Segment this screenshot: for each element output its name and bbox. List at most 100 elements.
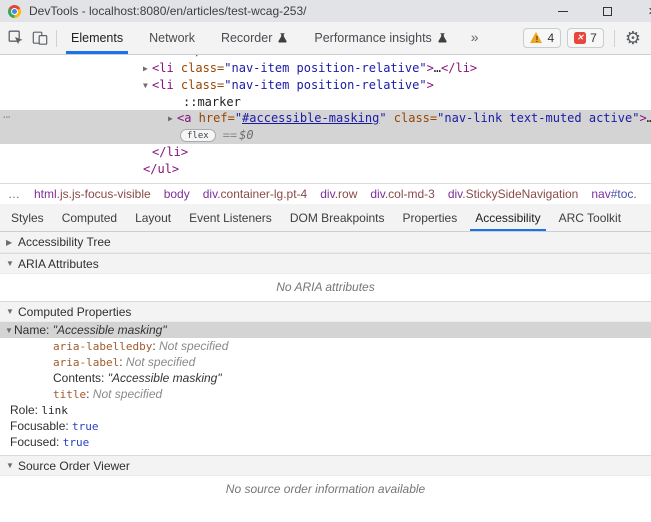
collapse-arrow-icon[interactable]: ▼	[143, 77, 152, 94]
breadcrumb: … html.js.js-focus-visible body div.cont…	[0, 183, 651, 204]
breadcrumb-item-row[interactable]: div.row	[320, 187, 357, 201]
close-button[interactable]: ✕	[630, 0, 651, 22]
property-value: "Accessible masking"	[52, 323, 167, 337]
tab-arc-toolkit[interactable]: ARC Toolkit	[550, 204, 630, 231]
pseudo-element-label: ::marker	[183, 95, 241, 109]
tab-recorder[interactable]: Recorder	[216, 22, 293, 54]
breadcrumb-item-nav-toc[interactable]: nav#toc.	[591, 187, 636, 201]
tab-styles[interactable]: Styles	[2, 204, 53, 231]
property-value: link	[41, 404, 68, 417]
device-toolbar-icon	[32, 31, 48, 45]
code-token: <li	[152, 61, 174, 75]
code-token: href=	[191, 111, 235, 125]
toolbar-separator	[613, 29, 615, 47]
tab-network[interactable]: Network	[144, 22, 200, 54]
separator: :	[152, 339, 160, 353]
warning-count: 4	[547, 31, 555, 45]
breadcrumb-item-sticky-nav[interactable]: div.StickySideNavigation	[448, 187, 579, 201]
aria-empty-message: No ARIA attributes	[276, 280, 375, 294]
inspect-element-button[interactable]	[4, 27, 28, 49]
code-token: </ul>	[143, 162, 180, 176]
breadcrumb-item-body[interactable]: body	[164, 187, 190, 201]
computed-role-row[interactable]: Role: link	[0, 402, 651, 418]
section-accessibility-tree[interactable]: ▶ Accessibility Tree	[0, 232, 651, 253]
href-link-value[interactable]: #accessible-masking	[242, 111, 379, 125]
tab-accessibility[interactable]: Accessibility	[466, 204, 549, 231]
window-controls: ✕	[540, 0, 651, 22]
code-token: </li>	[152, 145, 189, 159]
tree-line-marker-pseudo[interactable]: ::marker	[0, 94, 651, 111]
tree-line-anchor-selected[interactable]: ▶ <a href="#accessible-masking" class="na…	[0, 110, 651, 127]
warning-icon: !	[530, 32, 543, 44]
separator: :	[119, 355, 126, 369]
section-label: Computed Properties	[18, 304, 132, 319]
errors-badge[interactable]: ✕ 7	[567, 28, 604, 48]
computed-aria-labelledby-row[interactable]: aria-labelledby: Not specified	[0, 338, 651, 354]
tree-line-flex-badge: flex == $0	[0, 127, 651, 144]
section-aria-attributes[interactable]: ▼ ARIA Attributes	[0, 253, 651, 274]
tab-layout[interactable]: Layout	[126, 204, 180, 231]
window-titlebar: DevTools - localhost:8080/en/articles/te…	[0, 0, 651, 22]
property-value: true	[62, 436, 90, 449]
property-label: Name:	[14, 323, 53, 337]
tree-line-li-collapsed[interactable]: ▶ <li class="nav-item position-relative">…	[0, 60, 651, 77]
error-icon: ✕	[574, 32, 587, 44]
settings-gear-button[interactable]: ⚙	[625, 29, 641, 47]
computed-name-row[interactable]: ▼Name: "Accessible masking"	[0, 322, 651, 338]
expand-arrow-icon[interactable]: ▶	[143, 60, 152, 77]
maximize-button[interactable]	[585, 0, 630, 22]
tree-line-ul-close[interactable]: </ul>	[0, 161, 651, 178]
breadcrumb-item-container[interactable]: div.container-lg.pt-4	[203, 187, 308, 201]
collapse-arrow-icon: ▼	[5, 326, 13, 335]
sidebar-panel-tabs: Styles Computed Layout Event Listeners D…	[0, 204, 651, 232]
tab-event-listeners[interactable]: Event Listeners	[180, 204, 281, 231]
source-order-empty-message: No source order information available	[225, 482, 426, 496]
flex-badge[interactable]: flex	[180, 129, 216, 142]
computed-title-row[interactable]: title: Not specified	[0, 386, 651, 402]
collapse-arrow-icon: ▼	[6, 461, 14, 470]
computed-contents-row[interactable]: Contents: "Accessible masking"	[0, 370, 651, 386]
collapsed-content-ellipsis[interactable]: …	[434, 61, 441, 75]
tab-dom-breakpoints[interactable]: DOM Breakpoints	[281, 204, 394, 231]
tab-computed[interactable]: Computed	[53, 204, 126, 231]
property-label: Role:	[10, 403, 42, 417]
computed-aria-label-row[interactable]: aria-label: Not specified	[0, 354, 651, 370]
chrome-logo-icon	[8, 4, 21, 18]
section-computed-properties[interactable]: ▼ Computed Properties	[0, 301, 651, 322]
collapsed-content-ellipsis[interactable]: …	[647, 111, 651, 125]
breadcrumb-overflow-button[interactable]: …	[8, 187, 21, 201]
tab-properties[interactable]: Properties	[394, 204, 467, 231]
computed-focusable-row[interactable]: Focusable: true	[0, 418, 651, 434]
tab-performance-insights[interactable]: Performance insights	[309, 22, 452, 54]
minimize-button[interactable]	[540, 0, 585, 22]
property-label: aria-labelledby	[53, 340, 153, 353]
more-tabs-button[interactable]: »	[471, 29, 479, 45]
toolbar-right: ! 4 ✕ 7 ⚙	[523, 28, 651, 48]
code-token: class=	[386, 111, 438, 125]
property-label: Contents:	[53, 371, 108, 385]
error-count: 7	[590, 31, 597, 45]
tab-elements-label: Elements	[71, 31, 124, 45]
property-value: Not specified	[125, 355, 196, 369]
tree-line-li-expanded[interactable]: ▼ <li class="nav-item position-relative">	[0, 77, 651, 94]
toggle-device-toolbar-button[interactable]	[28, 27, 52, 49]
breadcrumb-item-html[interactable]: html.js.js-focus-visible	[34, 187, 151, 201]
computed-focused-row[interactable]: Focused: true	[0, 434, 651, 450]
experiment-flask-icon	[438, 33, 447, 43]
tree-line-li-close[interactable]: </li>	[0, 144, 651, 161]
breadcrumb-item-col[interactable]: div.col-md-3	[370, 187, 434, 201]
section-source-order-viewer[interactable]: ▼ Source Order Viewer	[0, 455, 651, 476]
tab-recorder-label: Recorder	[220, 31, 273, 45]
code-token: "nav-item position-relative"	[224, 61, 427, 75]
equals-sign: ==	[222, 128, 238, 142]
elements-tree: ⋯ </ul> ▶<li class="nav-item position-re…	[0, 55, 651, 183]
code-token: class=	[173, 61, 225, 75]
minimize-icon	[557, 10, 568, 12]
warnings-badge[interactable]: ! 4	[523, 28, 562, 48]
separator: :	[86, 387, 93, 401]
code-token: <li	[152, 78, 174, 92]
inspect-cursor-icon	[8, 30, 23, 45]
tab-elements[interactable]: Elements	[66, 22, 129, 54]
tab-network-label: Network	[149, 31, 195, 45]
expand-arrow-icon[interactable]: ▶	[168, 110, 177, 127]
